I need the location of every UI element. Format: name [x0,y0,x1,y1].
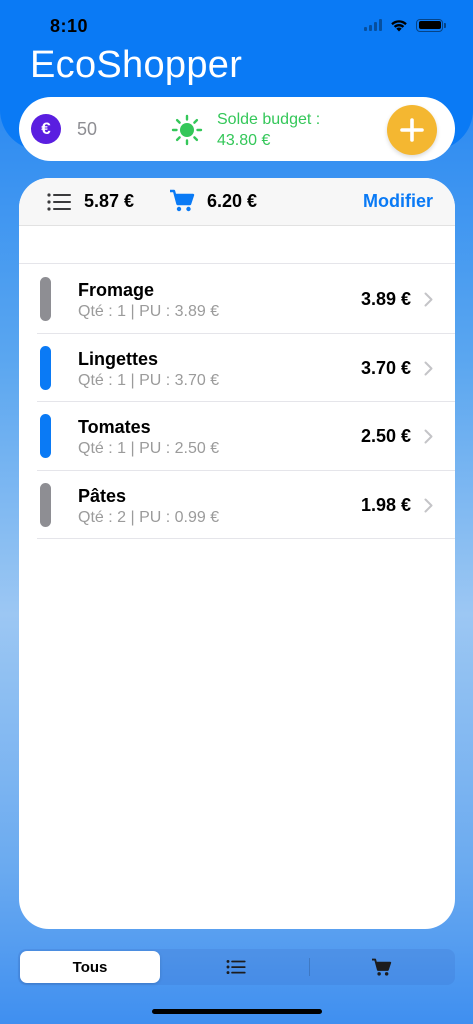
chevron-right-icon [424,429,433,444]
item-status-bar [40,345,51,390]
tab-divider [309,958,310,976]
item-name: Tomates [78,417,151,437]
plus-icon [400,118,424,142]
item-detail: Qté : 1 | PU : 3.89 € [78,303,220,320]
item-status-bar [40,277,51,321]
item-status-bar [40,414,51,458]
list-total-value: 5.87 € [84,191,135,211]
cart-total-value: 6.20 € [207,191,258,211]
item-price: 2.50 € [360,426,411,446]
budget-card: € Solde budget : 43.80 € [19,97,455,161]
item-name: Pâtes [78,485,127,506]
totals-bar: 5.87 € 6.20 € Modifier [19,178,455,226]
item-price: 3.89 € [360,289,411,309]
item-name: Lingettes [78,348,159,369]
item-detail: Qté : 2 | PU : 0.99 € [78,508,220,526]
item-price: 1.98 € [360,494,411,515]
cart-icon [170,189,195,212]
signal-icon [364,19,382,31]
item-name: Fromage [78,280,155,300]
balance-label: Solde budget : [217,111,321,128]
list-item[interactable]: Pâtes Qté : 2 | PU : 0.99 € 1.98 € [19,471,455,540]
wifi-icon [391,20,407,32]
list-item[interactable]: Tomates Qté : 1 | PU : 2.50 € 2.50 € [19,402,455,471]
tab-list[interactable] [166,951,306,983]
home-indicator[interactable] [152,1009,322,1014]
budget-amount-input[interactable] [77,115,157,143]
app-title: EcoShopper [30,44,243,86]
item-status-bar [40,482,51,527]
add-item-button[interactable] [387,105,437,155]
cart-icon [371,958,391,976]
list-header-spacer [19,226,455,264]
status-time: 8:10 [50,16,89,36]
list-icon [226,959,246,975]
tab-cart[interactable] [311,951,451,983]
item-list: Fromage Qté : 1 | PU : 3.89 € 3.89 € Lin… [19,265,455,539]
edit-button[interactable]: Modifier [363,191,433,212]
sun-icon [171,114,203,146]
filter-tab-bar: Tous [18,949,455,985]
item-detail: Qté : 1 | PU : 3.70 € [78,371,220,389]
chevron-right-icon [424,498,433,512]
list-item[interactable]: Fromage Qté : 1 | PU : 3.89 € 3.89 € [19,265,455,334]
list-item[interactable]: Lingettes Qté : 1 | PU : 3.70 € 3.70 € [19,334,455,403]
battery-icon [416,18,446,32]
balance-value: 43.80 € [217,132,271,149]
list-icon [47,193,71,211]
shopping-list-card: 5.87 € 6.20 € Modifier Fromage Qté : 1 |… [19,178,455,929]
status-icons [364,18,446,32]
euro-icon: € [31,114,61,144]
tab-all[interactable]: Tous [20,951,160,983]
chevron-right-icon [424,361,433,375]
item-detail: Qté : 1 | PU : 2.50 € [78,440,220,457]
item-price: 3.70 € [360,357,411,378]
chevron-right-icon [424,292,433,307]
